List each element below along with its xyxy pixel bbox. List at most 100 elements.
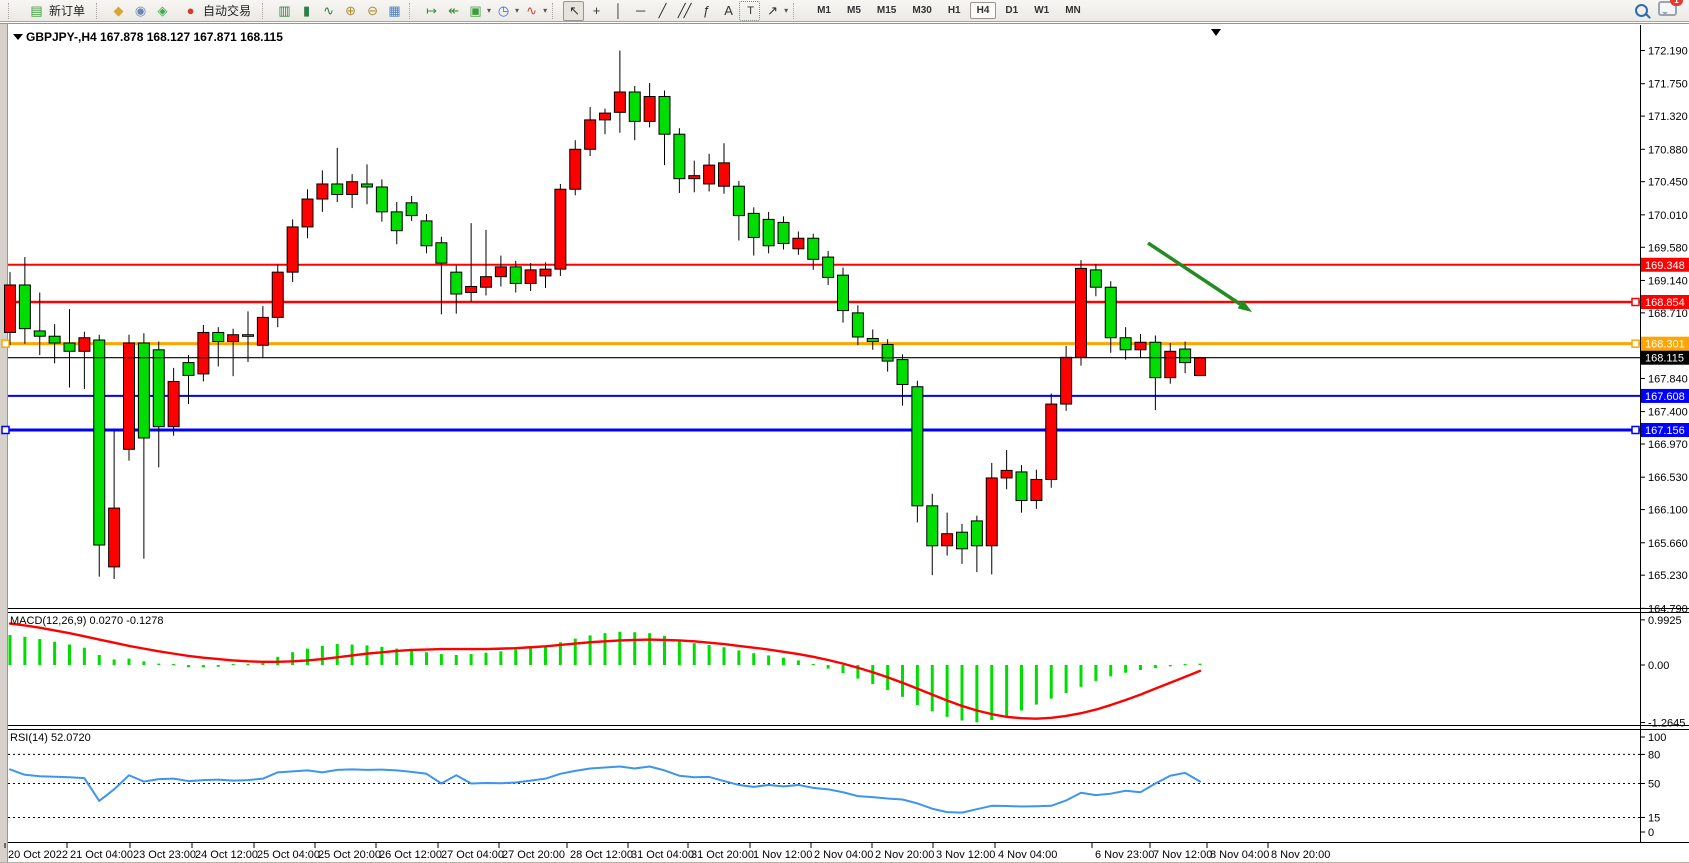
vertical-line-icon[interactable]: │ — [607, 1, 628, 21]
rsi-tick-label: 100 — [1648, 732, 1666, 744]
tf-button-MN[interactable]: MN — [1058, 2, 1088, 19]
price-tick-label: 169.580 — [1648, 242, 1688, 254]
chart-window[interactable]: 172.190171.750171.320170.880170.450170.0… — [0, 23, 1689, 863]
time-tick-label: 4 Nov 04:00 — [998, 849, 1057, 861]
macd-label: MACD(12,26,9) 0.0270 -0.1278 — [10, 615, 163, 627]
zoom-in-icon[interactable]: ⊕ — [339, 1, 360, 21]
tf-button-W1[interactable]: W1 — [1027, 2, 1056, 19]
price-tick-label: 166.970 — [1648, 439, 1688, 451]
candle-body — [228, 335, 239, 342]
bar-chart-icon[interactable]: ▥ — [273, 1, 294, 21]
arrows-dropdown-icon[interactable]: ▾ — [784, 6, 788, 15]
time-tick-label: 25 Oct 04:00 — [257, 849, 320, 861]
new-order-button[interactable]: ▤新订单 — [19, 2, 91, 20]
candle-body — [1061, 357, 1072, 404]
text-icon[interactable]: A — [717, 1, 738, 21]
candle-body — [79, 338, 90, 352]
shift-end-icon[interactable]: ↦ — [420, 1, 441, 21]
candle-body — [183, 363, 194, 376]
cursor-icon[interactable]: ↖ — [563, 1, 584, 21]
price-tick-label: 165.660 — [1648, 538, 1688, 550]
candle-body — [733, 186, 744, 215]
time-tick-label: 31 Oct 20:00 — [691, 849, 754, 861]
templates-icon[interactable]: ▣ — [464, 1, 485, 21]
arrows-icon[interactable]: ↗ — [761, 1, 782, 21]
hline-price-label-text: 167.608 — [1645, 391, 1685, 403]
market-history-icon[interactable]: ◆ — [107, 1, 128, 21]
signals-icon[interactable]: ◈ — [151, 1, 172, 21]
templates-dropdown-icon[interactable]: ▾ — [487, 6, 491, 15]
line-handle[interactable] — [2, 340, 9, 347]
hline-price-label-text: 167.156 — [1645, 425, 1685, 437]
candle-body — [882, 345, 893, 362]
price-tick-label: 171.320 — [1648, 111, 1688, 123]
auto-scroll-icon[interactable]: ↞ — [442, 1, 463, 21]
candle-body — [124, 343, 135, 449]
candle-body — [942, 534, 953, 546]
candle-body — [376, 187, 387, 212]
tf-button-H4[interactable]: H4 — [970, 2, 997, 19]
period-icon[interactable]: ◷ — [492, 1, 513, 21]
candle-body — [897, 360, 908, 385]
tf-button-M15[interactable]: M15 — [870, 2, 903, 19]
candle-body — [927, 506, 938, 546]
crosshair-icon[interactable]: + — [585, 1, 606, 21]
candle-body — [198, 332, 209, 373]
rsi-tick-label: 0 — [1648, 827, 1654, 839]
candle-body — [793, 238, 804, 249]
trendline-icon[interactable]: ╱ — [651, 1, 672, 21]
time-tick-label: 2 Nov 04:00 — [814, 849, 873, 861]
indicator-list-dropdown-icon[interactable]: ▾ — [543, 6, 547, 15]
candle-body — [421, 221, 432, 246]
rsi-tick-label: 15 — [1648, 812, 1660, 824]
candle-body — [1090, 270, 1101, 287]
line-handle[interactable] — [1632, 299, 1639, 306]
tf-button-M1[interactable]: M1 — [810, 2, 838, 19]
candle-body — [406, 203, 417, 216]
indicator-list-icon[interactable]: ∿ — [520, 1, 541, 21]
search-icon[interactable] — [1635, 4, 1648, 17]
candle-body — [391, 212, 402, 231]
chat-badge: 1 — [1670, 0, 1683, 6]
price-tick-label: 171.750 — [1648, 79, 1688, 91]
zoom-out-icon[interactable]: ⊖ — [361, 1, 382, 21]
rsi-tick-label: 80 — [1648, 749, 1660, 761]
tf-button-M5[interactable]: M5 — [840, 2, 868, 19]
candle-body — [1046, 404, 1057, 479]
candle-body — [272, 272, 283, 317]
candle-body — [525, 270, 536, 284]
chat-button[interactable]: 1 — [1658, 1, 1677, 21]
horizontal-line-icon[interactable]: ─ — [629, 1, 650, 21]
text-label-icon[interactable]: T — [739, 1, 760, 21]
line-handle[interactable] — [2, 426, 9, 433]
candle-body — [1016, 472, 1027, 501]
equidistant-channel-icon[interactable]: ╱╱ — [673, 1, 694, 21]
candlestick-chart-icon[interactable]: ▮ — [295, 1, 316, 21]
time-tick-label: 27 Oct 20:00 — [502, 849, 565, 861]
candle-body — [674, 134, 685, 178]
candle-body — [838, 275, 849, 310]
candle-body — [257, 317, 268, 345]
line-handle[interactable] — [1632, 426, 1639, 433]
tf-button-H1[interactable]: H1 — [941, 2, 968, 19]
line-chart-icon[interactable]: ∿ — [317, 1, 338, 21]
candle-body — [629, 92, 640, 121]
macd-tick-label: 0.00 — [1648, 660, 1669, 672]
price-tick-label: 164.790 — [1648, 603, 1688, 615]
fibonacci-icon[interactable]: ƒ — [695, 1, 716, 21]
auto-trading-button[interactable]: ●自动交易 — [173, 2, 257, 20]
candle-body — [719, 163, 730, 186]
candle-body — [555, 189, 566, 269]
candle-body — [1120, 338, 1131, 350]
tile-windows-icon[interactable]: ▦ — [383, 1, 404, 21]
price-tick-label: 170.450 — [1648, 177, 1688, 189]
tf-button-M30[interactable]: M30 — [905, 2, 938, 19]
profile-icon[interactable]: ◉ — [129, 1, 150, 21]
toolbar-separator — [262, 3, 267, 19]
tf-button-D1[interactable]: D1 — [998, 2, 1025, 19]
period-dropdown-icon[interactable]: ▾ — [515, 6, 519, 15]
candle-body — [1165, 351, 1176, 377]
candle-body — [1031, 479, 1042, 500]
auto-trading-icon: ● — [179, 1, 200, 21]
line-handle[interactable] — [1632, 340, 1639, 347]
